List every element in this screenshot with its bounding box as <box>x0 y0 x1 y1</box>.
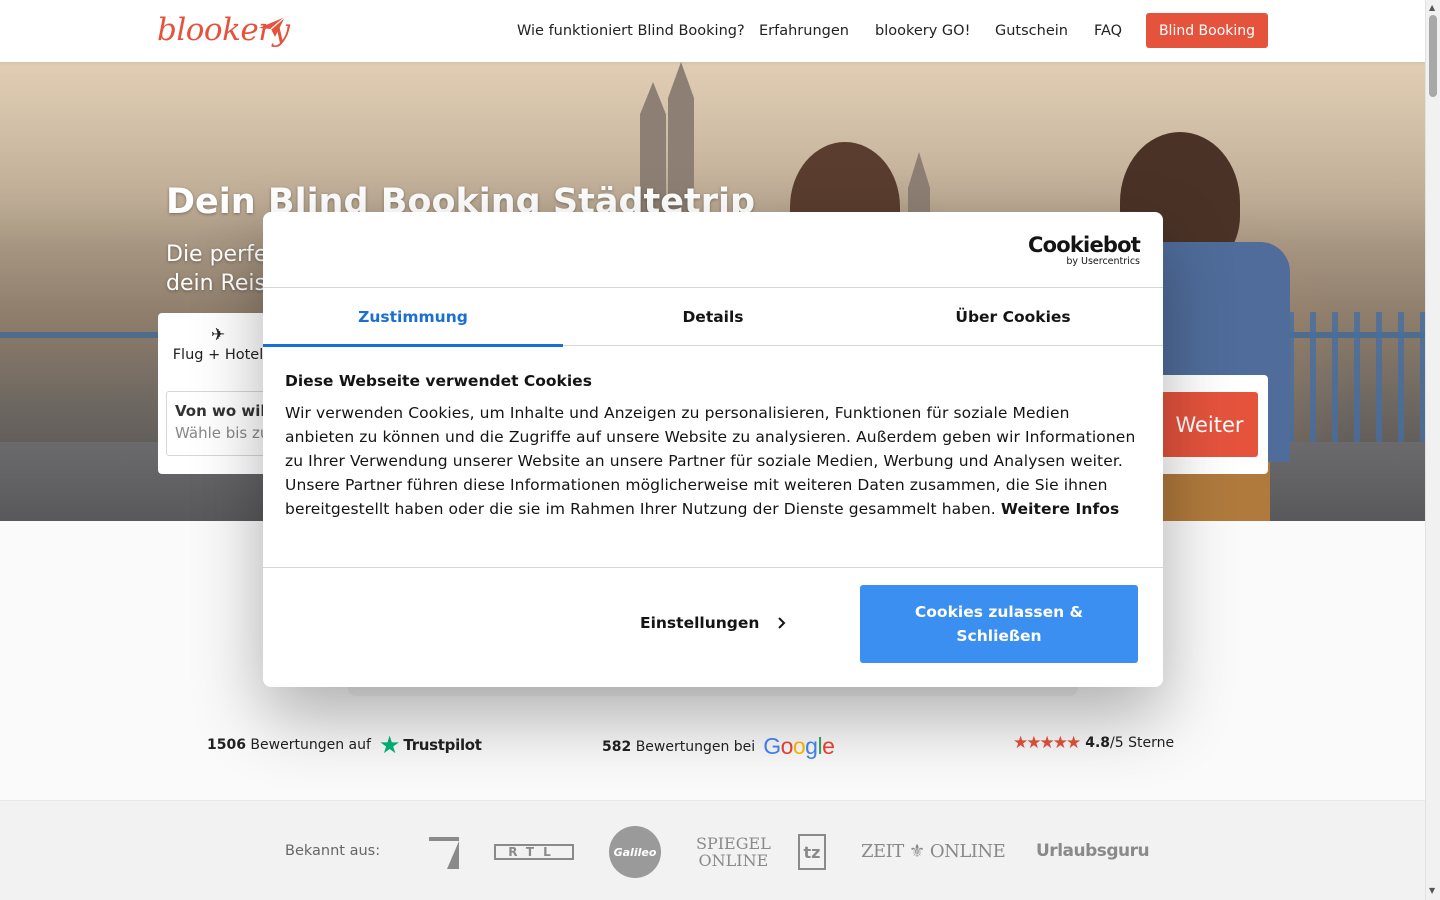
scroll-thumb[interactable] <box>1429 15 1437 97</box>
page-scrollbar[interactable]: ▲ ▼ <box>1425 0 1440 900</box>
scroll-up-icon[interactable]: ▲ <box>1429 3 1435 12</box>
cookie-consent-dialog: Cookiebot by Usercentrics Zustimmung Det… <box>263 212 1163 687</box>
cookie-dialog-body: Diese Webseite verwendet Cookies Wir ver… <box>263 346 1163 568</box>
cookie-dialog-title: Diese Webseite verwendet Cookies <box>285 372 592 390</box>
cookie-dialog-header: Cookiebot by Usercentrics <box>263 212 1163 288</box>
cookie-dialog-text: Wir verwenden Cookies, um Inhalte und An… <box>285 404 1136 518</box>
chevron-right-icon <box>778 617 786 629</box>
tab-details[interactable]: Details <box>563 288 863 346</box>
tab-zustimmung[interactable]: Zustimmung <box>263 288 563 347</box>
weitere-infos-link[interactable]: Weitere Infos <box>1001 500 1120 518</box>
einstellungen-button[interactable]: Einstellungen <box>640 614 787 632</box>
cookie-dialog-tabs: Zustimmung Details Über Cookies <box>263 288 1163 347</box>
scroll-down-icon[interactable]: ▼ <box>1429 886 1435 895</box>
cookie-dialog-footer: Einstellungen Cookies zulassen & Schließ… <box>263 568 1163 687</box>
cookiebot-logo: Cookiebot by Usercentrics <box>1028 233 1141 267</box>
accept-cookies-button[interactable]: Cookies zulassen & Schließen <box>860 585 1138 663</box>
tab-ueber-cookies[interactable]: Über Cookies <box>863 288 1163 346</box>
